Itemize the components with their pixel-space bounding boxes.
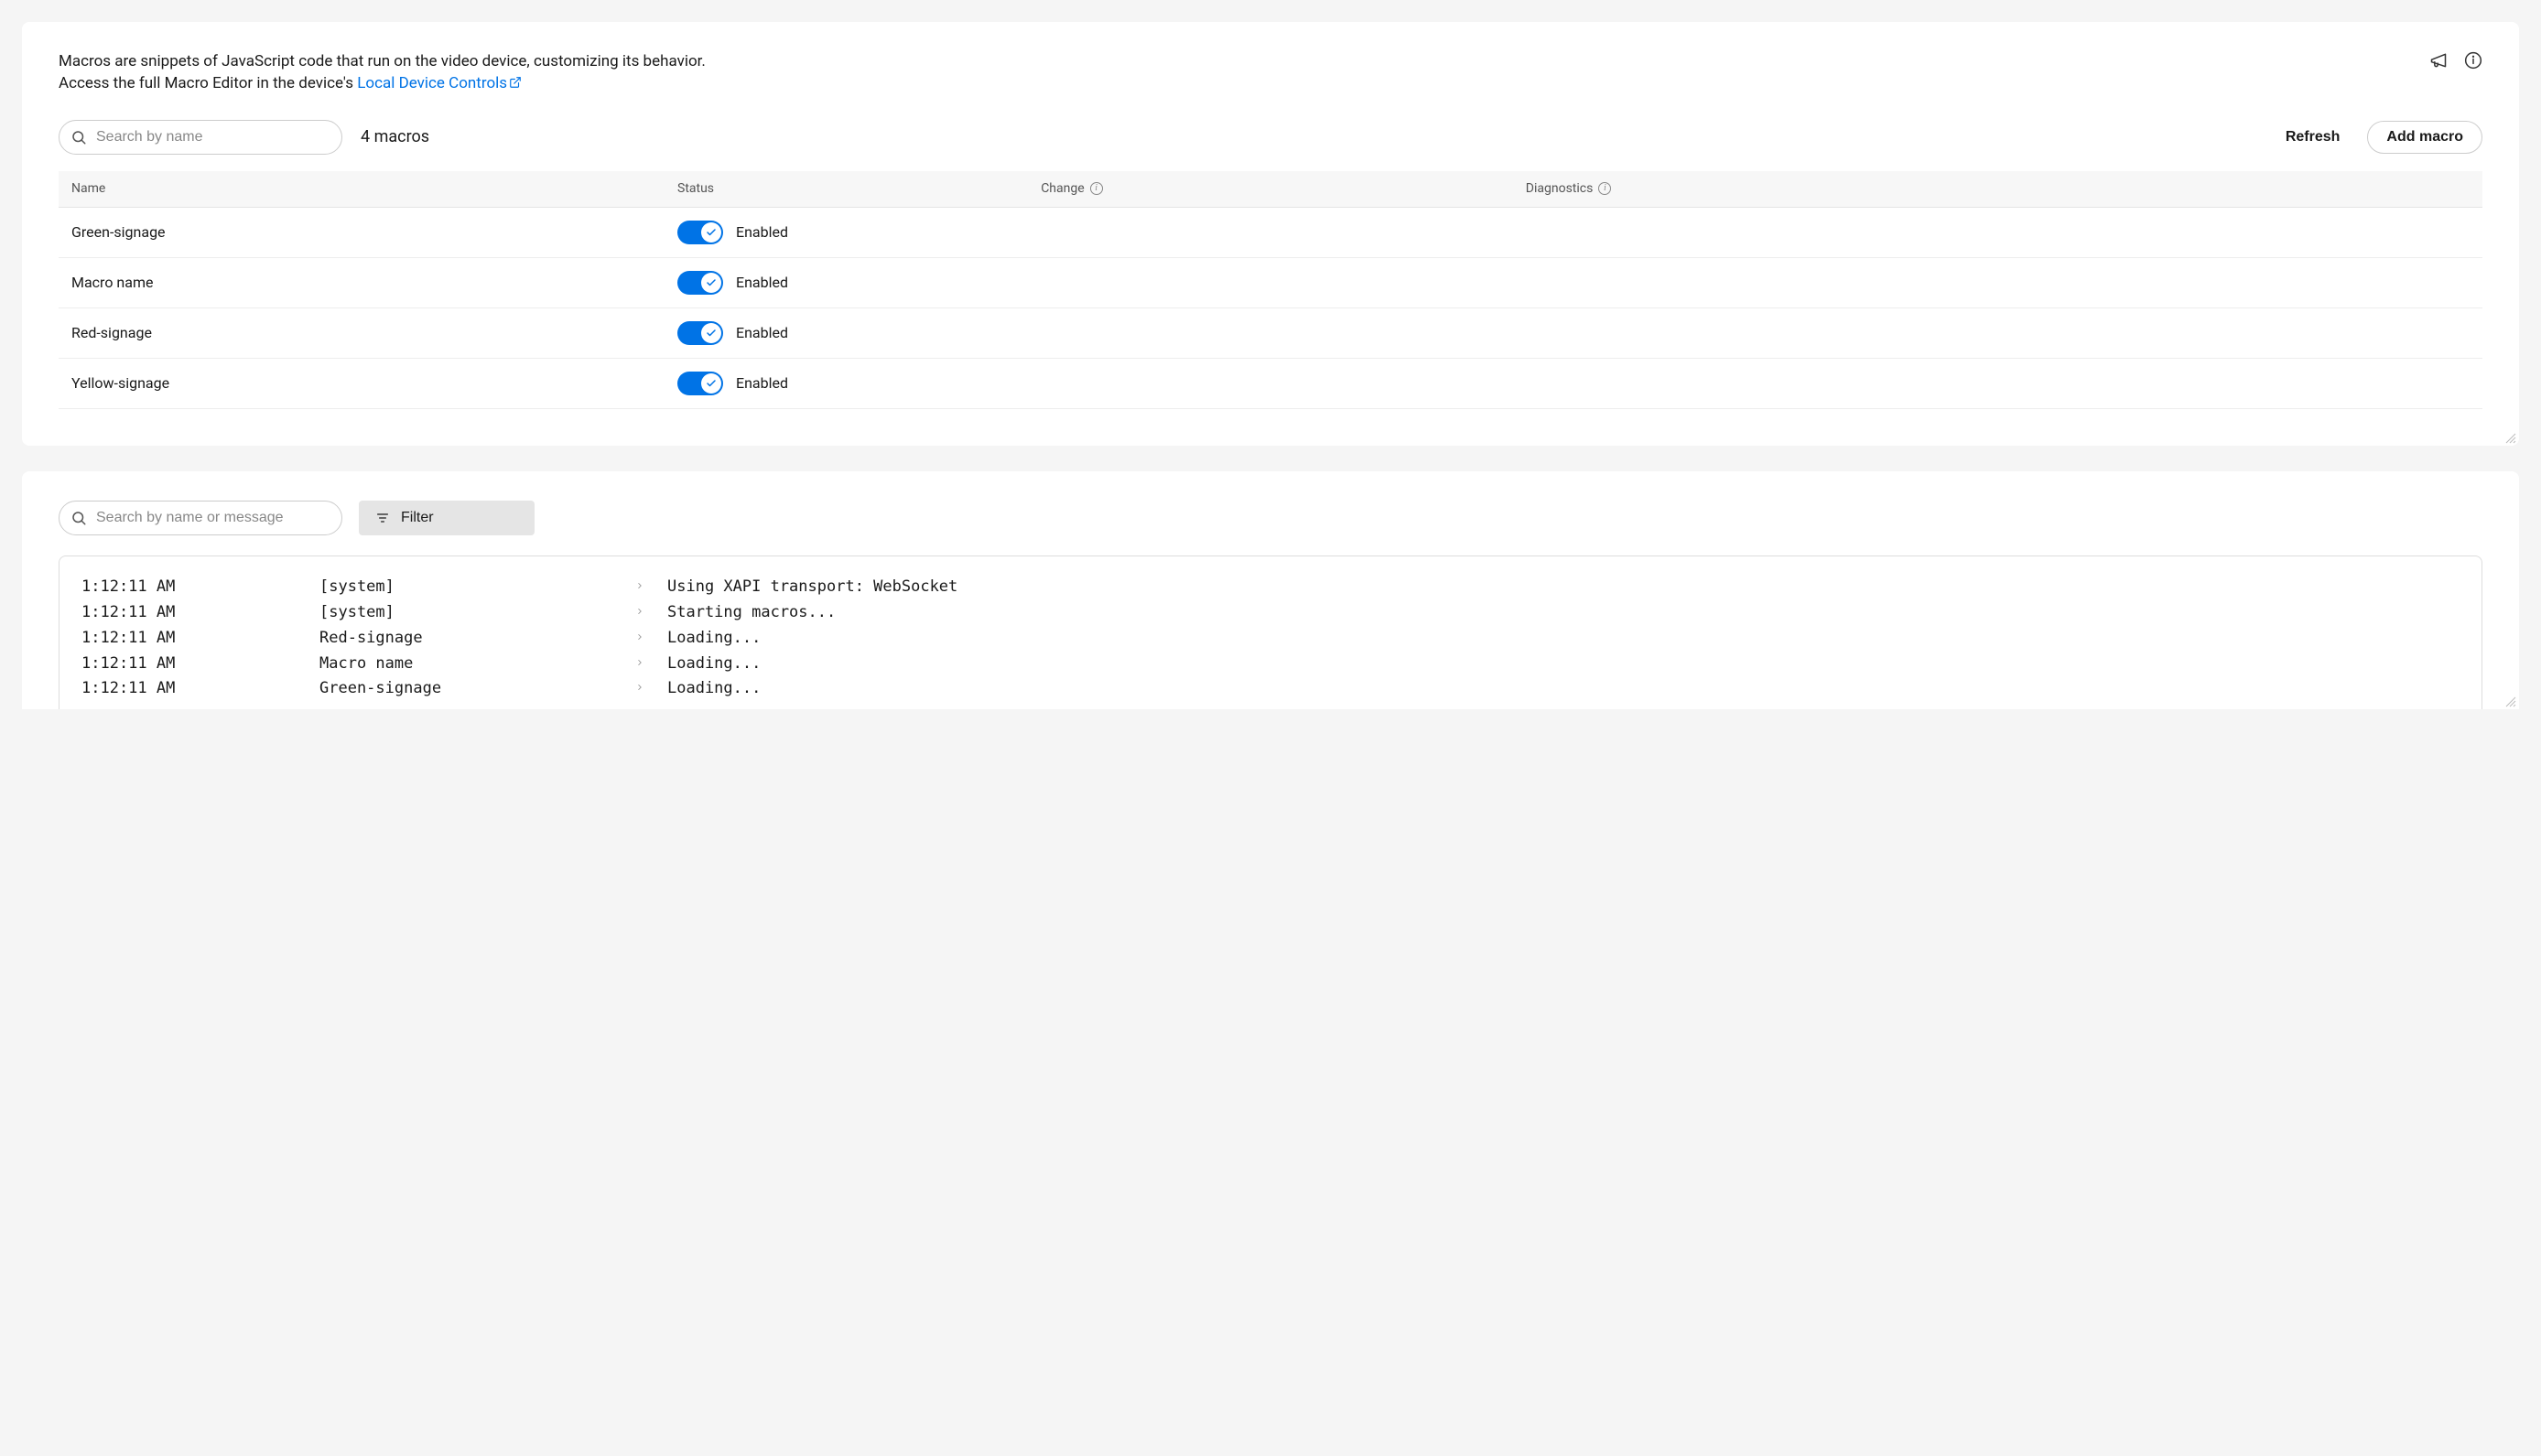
- log-row[interactable]: 1:12:11 AM [system] Starting macros...: [81, 600, 2460, 626]
- col-status: Status: [665, 171, 1028, 208]
- status-label: Enabled: [736, 273, 788, 293]
- info-icon[interactable]: i: [1090, 182, 1103, 195]
- log-time: 1:12:11 AM: [81, 602, 319, 624]
- log-source: [system]: [319, 577, 612, 599]
- log-source: [system]: [319, 602, 612, 624]
- chevron-right-icon: [635, 604, 644, 622]
- search-icon: [70, 510, 87, 526]
- info-icon[interactable]: [2464, 51, 2482, 70]
- check-icon: [701, 373, 721, 394]
- chevron-right-icon: [635, 680, 644, 698]
- log-toolbar: Filter: [59, 501, 2482, 535]
- enable-toggle[interactable]: [677, 372, 723, 395]
- log-message: Loading...: [667, 653, 2460, 675]
- external-link-icon: [509, 74, 522, 96]
- log-message: Loading...: [667, 628, 2460, 650]
- enable-toggle[interactable]: [677, 321, 723, 345]
- description-line2-prefix: Access the full Macro Editor in the devi…: [59, 74, 357, 92]
- table-row[interactable]: Red-signage Enabled: [59, 308, 2482, 359]
- log-time: 1:12:11 AM: [81, 678, 319, 700]
- col-diagnostics: Diagnosticsi: [1513, 171, 2482, 208]
- macro-name-cell: Macro name: [59, 258, 665, 308]
- macro-count: 4 macros: [361, 125, 429, 148]
- log-box: 1:12:11 AM [system] Using XAPI transport…: [59, 555, 2482, 709]
- macros-description: Macros are snippets of JavaScript code t…: [59, 51, 706, 96]
- check-icon: [701, 323, 721, 343]
- macros-toolbar: 4 macros Refresh Add macro: [59, 120, 2482, 155]
- log-row[interactable]: 1:12:11 AM Red-signage Loading...: [81, 626, 2460, 652]
- log-row[interactable]: 1:12:11 AM [system] Using XAPI transport…: [81, 575, 2460, 600]
- log-source: Green-signage: [319, 678, 612, 700]
- status-label: Enabled: [736, 323, 788, 343]
- log-message: Loading...: [667, 678, 2460, 700]
- log-time: 1:12:11 AM: [81, 577, 319, 599]
- resize-handle-icon[interactable]: [2504, 695, 2517, 707]
- status-label: Enabled: [736, 373, 788, 394]
- chevron-right-icon: [635, 630, 644, 648]
- table-row[interactable]: Green-signage Enabled: [59, 208, 2482, 258]
- chevron-right-icon: [635, 655, 644, 674]
- log-message: Using XAPI transport: WebSocket: [667, 577, 2460, 599]
- announcement-icon[interactable]: [2429, 51, 2448, 70]
- search-input[interactable]: [96, 129, 329, 146]
- log-card: Filter 1:12:11 AM [system] Using XAPI tr…: [22, 471, 2519, 709]
- table-row[interactable]: Macro name Enabled: [59, 258, 2482, 308]
- log-time: 1:12:11 AM: [81, 653, 319, 675]
- search-box[interactable]: [59, 120, 342, 155]
- local-device-controls-link[interactable]: Local Device Controls: [357, 74, 522, 92]
- log-row[interactable]: 1:12:11 AM Macro name Loading...: [81, 652, 2460, 677]
- log-source: Red-signage: [319, 628, 612, 650]
- filter-icon: [375, 511, 390, 525]
- macro-name-cell: Green-signage: [59, 208, 665, 258]
- log-time: 1:12:11 AM: [81, 628, 319, 650]
- check-icon: [701, 222, 721, 243]
- enable-toggle[interactable]: [677, 271, 723, 295]
- filter-button[interactable]: Filter: [359, 501, 535, 535]
- resize-handle-icon[interactable]: [2504, 431, 2517, 444]
- info-icon[interactable]: i: [1598, 182, 1611, 195]
- col-name: Name: [59, 171, 665, 208]
- log-source: Macro name: [319, 653, 612, 675]
- log-search-input[interactable]: [96, 510, 329, 526]
- status-label: Enabled: [736, 222, 788, 243]
- macro-name-cell: Yellow-signage: [59, 359, 665, 409]
- col-change: Changei: [1028, 171, 1513, 208]
- refresh-button[interactable]: Refresh: [2276, 122, 2350, 153]
- log-search-box[interactable]: [59, 501, 342, 535]
- enable-toggle[interactable]: [677, 221, 723, 244]
- description-line1: Macros are snippets of JavaScript code t…: [59, 52, 706, 70]
- log-message: Starting macros...: [667, 602, 2460, 624]
- search-icon: [70, 129, 87, 146]
- macro-name-cell: Red-signage: [59, 308, 665, 359]
- macros-table: Name Status Changei Diagnosticsi Green-s…: [59, 171, 2482, 410]
- chevron-right-icon: [635, 578, 644, 597]
- macros-card: Macros are snippets of JavaScript code t…: [22, 22, 2519, 446]
- table-row[interactable]: Yellow-signage Enabled: [59, 359, 2482, 409]
- log-row[interactable]: 1:12:11 AM Green-signage Loading...: [81, 676, 2460, 702]
- check-icon: [701, 273, 721, 293]
- add-macro-button[interactable]: Add macro: [2367, 121, 2482, 154]
